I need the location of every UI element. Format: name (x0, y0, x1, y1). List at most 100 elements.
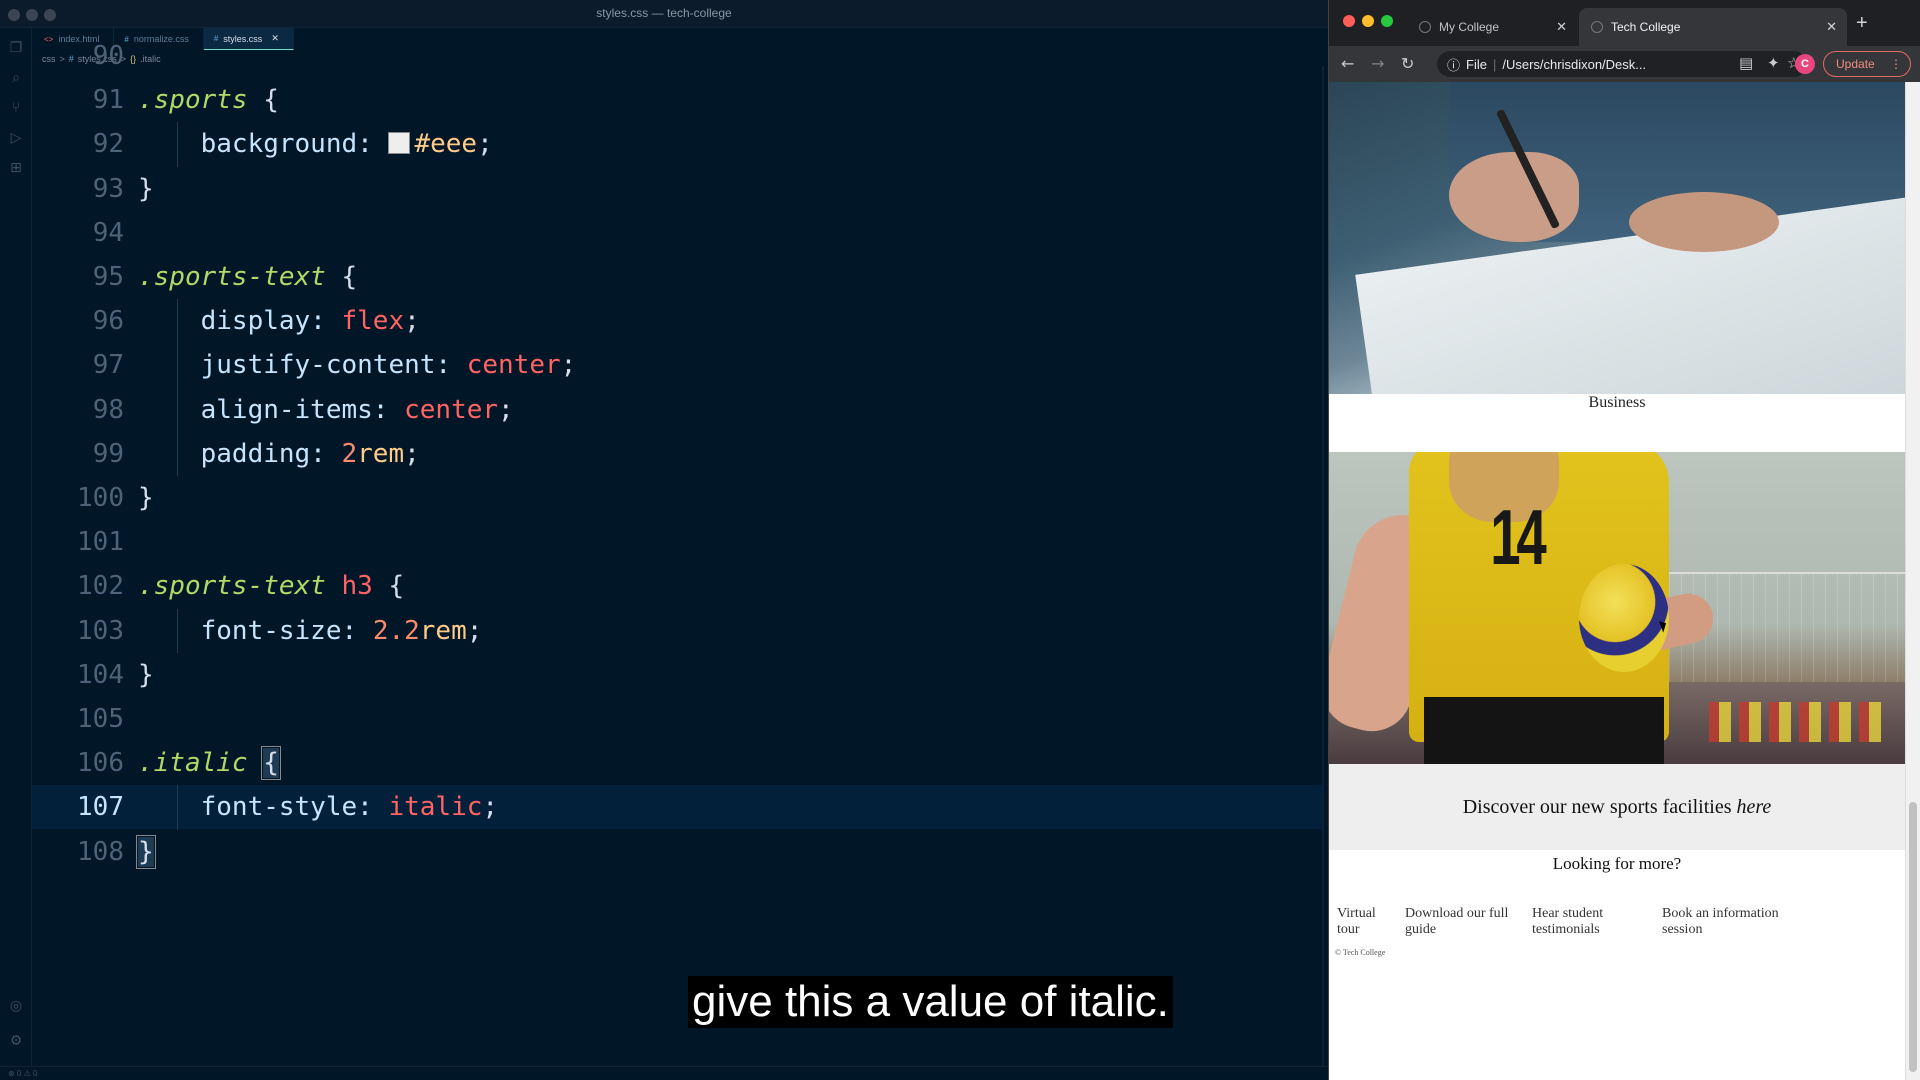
code-text: padding: 2rem; (138, 439, 420, 469)
browser-minimize-button[interactable] (1362, 15, 1374, 27)
code-line[interactable]: 98 align-items: center; (32, 388, 1322, 432)
code-line[interactable]: 97 justify-content: center; (32, 343, 1322, 387)
line-number: 104 (77, 659, 124, 690)
search-icon[interactable]: ⌕ (8, 70, 24, 86)
browser-toolbar: ← → ↻ ⓘ File | /Users/chrisdixon/Desk...… (1329, 46, 1920, 82)
code-token: } (138, 659, 154, 690)
code-token: justify-content: (138, 350, 467, 381)
page-scrollbar[interactable] (1905, 82, 1920, 1080)
matched-bracket: { (261, 746, 281, 781)
extension-page-icon[interactable]: ▤ (1739, 54, 1753, 72)
code-token: h3 (325, 571, 373, 602)
indent-guide (177, 122, 178, 167)
close-icon[interactable]: ✕ (1556, 19, 1567, 35)
line-number: 98 (92, 394, 124, 425)
run-debug-icon[interactable]: ▷ (8, 130, 24, 146)
explorer-icon[interactable]: ❐ (8, 40, 24, 56)
address-url: /Users/chrisdixon/Desk... (1502, 56, 1647, 72)
code-line[interactable]: 99 padding: 2rem; (32, 432, 1322, 476)
code-line[interactable]: 108} (32, 830, 1322, 874)
code-text: .italic { (138, 746, 281, 781)
browser-tab-my-college[interactable]: My College ✕ (1407, 8, 1577, 46)
info-icon[interactable]: ⓘ (1447, 55, 1460, 74)
activity-bar: ❐ ⌕ ⑂ ▷ ⊞ ◎ ⚙ (0, 28, 32, 1080)
code-text: align-items: center; (138, 395, 514, 425)
scrollbar-thumb[interactable] (1909, 802, 1917, 1072)
source-control-icon[interactable]: ⑂ (8, 100, 24, 116)
color-swatch-icon[interactable] (388, 132, 411, 155)
code-token: ; (482, 792, 499, 823)
code-token: font-style: (138, 792, 389, 823)
indent-guide (177, 299, 178, 476)
banner-italic-link[interactable]: here (1737, 796, 1772, 818)
link-book-session[interactable]: Book an information session (1662, 906, 1792, 938)
line-number: 108 (77, 836, 124, 867)
code-line[interactable]: 94 (32, 211, 1322, 255)
code-token: italic (388, 792, 483, 823)
profile-avatar[interactable]: C (1795, 54, 1815, 74)
line-number: 97 (92, 350, 124, 381)
code-line[interactable]: 106 .italic { (32, 741, 1322, 785)
address-separator: | (1492, 56, 1497, 72)
code-token: rem (357, 438, 405, 469)
code-line[interactable]: 92 background: #eee; (32, 122, 1322, 166)
close-icon[interactable]: ✕ (1826, 19, 1837, 35)
code-token: center (404, 394, 499, 425)
code-editor-window: styles.css — tech-college ❐ ⌕ ⑂ ▷ ⊞ ◎ ⚙ … (0, 0, 1328, 1080)
line-number: 107 (77, 792, 124, 823)
browser-tab-tech-college[interactable]: Tech College ✕ (1579, 8, 1847, 46)
line-number: 91 (92, 85, 124, 116)
editor-scroll-edge (1322, 66, 1324, 1066)
code-line[interactable]: 104} (32, 653, 1322, 697)
code-token: .sports-text (138, 571, 326, 602)
link-download-guide[interactable]: Download our full guide (1405, 906, 1517, 938)
code-line[interactable]: 103 font-size: 2.2rem; (32, 609, 1322, 653)
link-virtual-tour[interactable]: Virtual tour (1337, 906, 1391, 938)
code-token: ; (560, 350, 577, 381)
back-arrow-icon[interactable]: ← (1341, 54, 1354, 73)
code-text: } (138, 660, 154, 690)
code-line[interactable]: 93} (32, 167, 1322, 211)
browser-zoom-button[interactable] (1381, 15, 1393, 27)
sports-image: 14 (1329, 452, 1905, 764)
browser-tab-strip: My College ✕ Tech College ✕ + (1329, 0, 1920, 46)
page-footer: © Tech College (1335, 948, 1386, 957)
browser-close-button[interactable] (1343, 15, 1355, 27)
code-text: .sports-text h3 { (138, 571, 404, 601)
code-token: rem (419, 615, 467, 646)
extensions-puzzle-icon[interactable]: ✦ (1767, 54, 1780, 72)
code-token: ; (498, 394, 514, 425)
new-tab-button[interactable]: + (1856, 12, 1868, 35)
more-links-list: Virtual tour Download our full guide Hea… (1329, 906, 1905, 946)
settings-gear-icon[interactable]: ⚙ (8, 1033, 24, 1049)
line-number: 105 (77, 704, 124, 734)
code-line[interactable]: 91 .sports { (32, 78, 1322, 122)
code-token: display: (138, 306, 342, 337)
reload-icon[interactable]: ↻ (1401, 54, 1414, 73)
line-number: 103 (77, 615, 124, 646)
link-student-testimonials[interactable]: Hear student testimonials (1532, 906, 1642, 938)
code-line[interactable]: 95 .sports-text { (32, 255, 1322, 299)
code-text: } (138, 483, 154, 513)
update-button[interactable]: Update ⋮ (1823, 51, 1911, 77)
code-text: display: flex; (138, 306, 420, 336)
code-line[interactable]: 105 (32, 697, 1322, 741)
extensions-icon[interactable]: ⊞ (8, 160, 24, 176)
code-line[interactable]: 96 display: flex; (32, 299, 1322, 343)
code-line[interactable]: 102 .sports-text h3 { (32, 564, 1322, 608)
code-line[interactable]: 107 font-style: italic; (32, 785, 1322, 830)
code-line[interactable]: 90 (32, 34, 1322, 78)
line-number: 100 (77, 483, 124, 513)
sports-banner: Discover our new sports facilities here (1329, 764, 1905, 850)
more-menu-icon[interactable]: ⋮ (1890, 52, 1902, 76)
code-line[interactable]: 100} (32, 476, 1322, 520)
code-token: padding: (138, 438, 342, 469)
code-token: } (138, 483, 154, 513)
code-token: } (138, 173, 154, 204)
status-bar[interactable]: ⊗ 0 ⚠ 0 (0, 1066, 1328, 1080)
code-text: } (136, 834, 156, 869)
forward-arrow-icon[interactable]: → (1371, 54, 1384, 73)
code-line[interactable]: 101 (32, 520, 1322, 564)
account-icon[interactable]: ◎ (8, 998, 24, 1014)
